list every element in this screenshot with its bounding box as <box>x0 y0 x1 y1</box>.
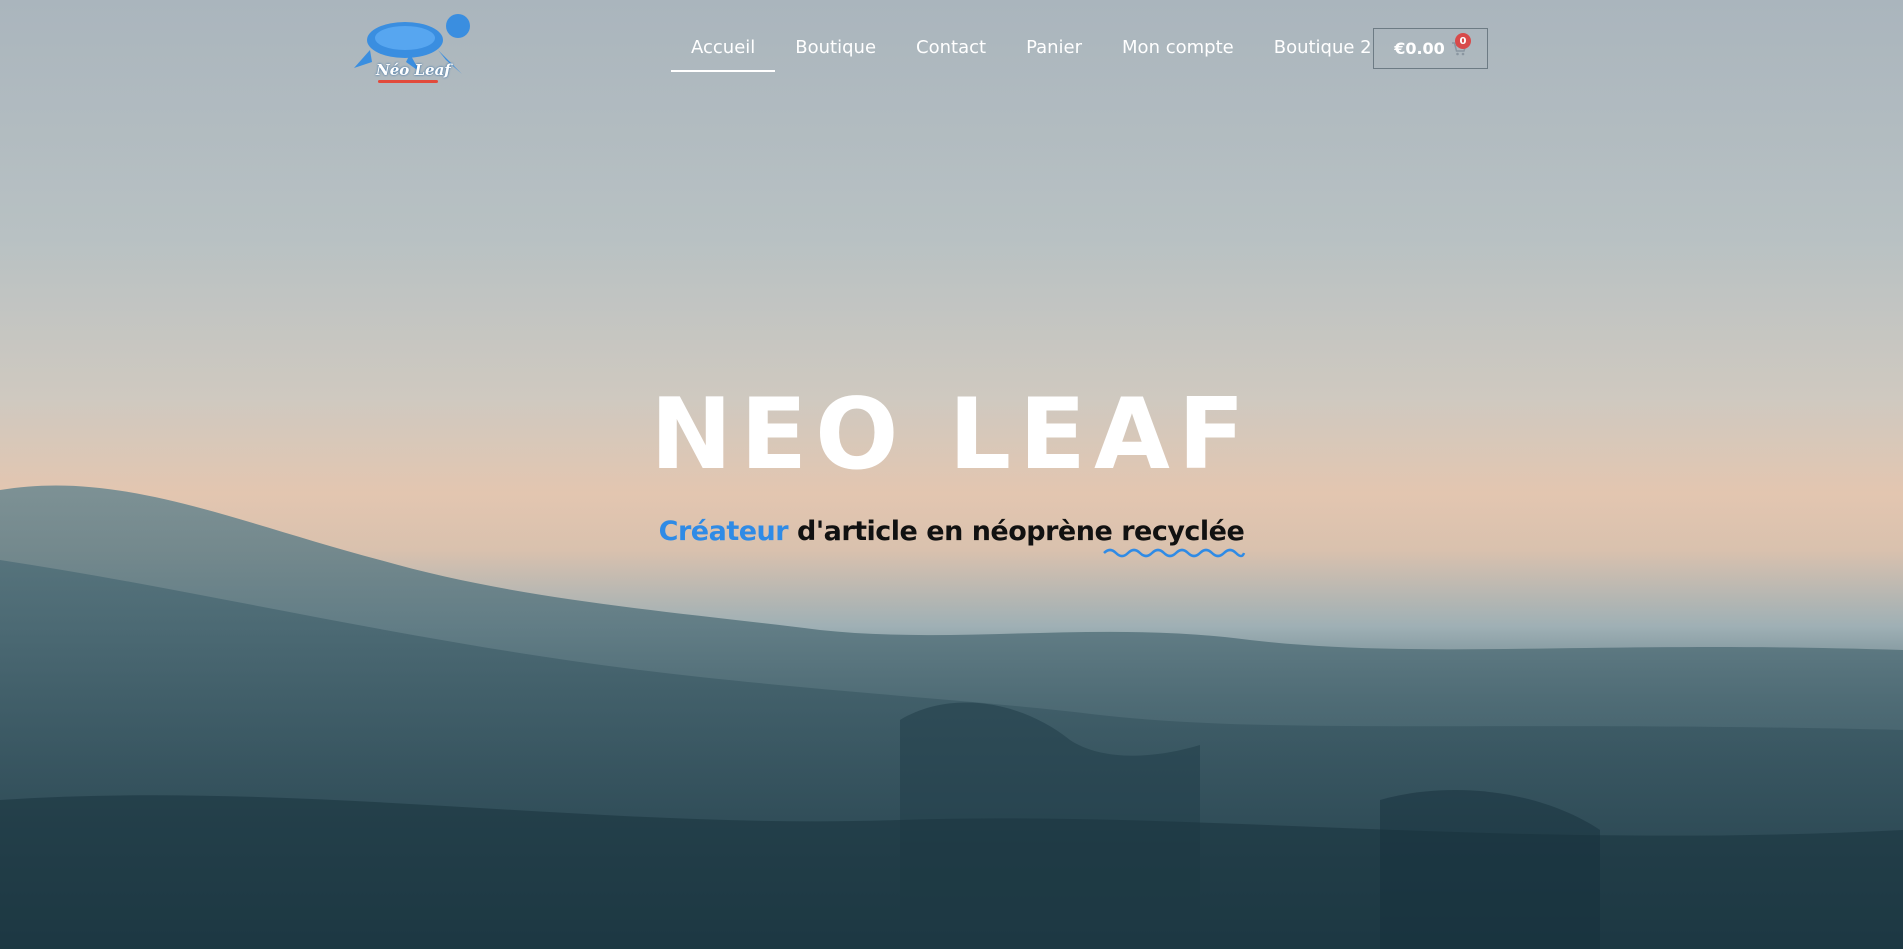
logo-text: Néo Leaf <box>376 61 451 79</box>
subtitle-middle: d'article en néoprène <box>797 516 1113 547</box>
hero-title: NEO LEAF <box>650 378 1253 492</box>
logo-underline <box>378 80 438 83</box>
hero-subtitle: Créateur d'article en néoprène recyclée <box>0 512 1903 552</box>
main-nav: Accueil Boutique Contact Panier Mon comp… <box>671 26 1392 72</box>
wavy-underline <box>1103 548 1246 558</box>
site-header: Néo Leaf Accueil Boutique Contact Panier… <box>0 0 1903 96</box>
cart-button[interactable]: €0.00 <box>1373 28 1488 69</box>
nav-item-contact[interactable]: Contact <box>896 26 1006 72</box>
cart-count-badge: 0 <box>1455 33 1471 49</box>
nav-item-panier[interactable]: Panier <box>1006 26 1102 72</box>
site-logo[interactable]: Néo Leaf <box>350 10 480 86</box>
cart-amount: €0.00 <box>1394 39 1445 58</box>
nav-item-accueil[interactable]: Accueil <box>671 26 776 72</box>
nav-item-boutique-2[interactable]: Boutique 2 <box>1254 26 1392 72</box>
nav-item-boutique[interactable]: Boutique <box>775 26 896 72</box>
nav-item-mon-compte[interactable]: Mon compte <box>1102 26 1254 72</box>
subtitle-accent: Créateur <box>658 516 789 547</box>
